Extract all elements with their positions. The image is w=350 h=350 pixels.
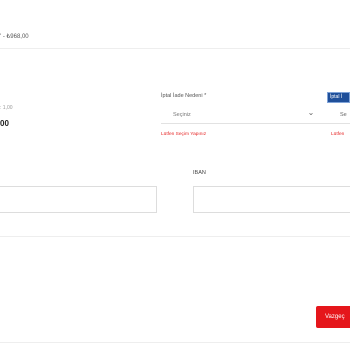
- selected-reason-badge: İptal İ: [327, 92, 350, 103]
- partial-validation-message: Lütfen: [331, 132, 345, 137]
- order-total: ' - ₺968,00: [0, 34, 29, 40]
- iban-label: IBAN: [193, 170, 206, 176]
- partial-select-value: Se: [340, 112, 347, 118]
- section-divider: [0, 236, 350, 237]
- quantity-value: 00: [0, 119, 9, 128]
- cancel-return-reason-label: İptal İade Nedeni *: [161, 93, 207, 99]
- reason-select-value: Seçiniz: [173, 112, 191, 118]
- order-summary-panel: ' - ₺968,00: [0, 0, 350, 49]
- reason-validation-message: Lütfen Seçim Yapınız: [161, 132, 207, 137]
- return-request-page: ' - ₺968,00 : 1,00 00 İptal İade Nedeni …: [0, 0, 350, 350]
- partial-select-field[interactable]: Se: [327, 106, 350, 124]
- quantity-note: : 1,00: [0, 105, 13, 111]
- cancel-return-reason-select[interactable]: Seçiniz ⌄: [161, 106, 327, 124]
- cancel-button[interactable]: Vazgeç: [316, 306, 350, 328]
- bottom-divider: [0, 342, 350, 343]
- chevron-down-icon: ⌄: [307, 108, 315, 117]
- account-holder-field[interactable]: [0, 186, 157, 213]
- iban-field[interactable]: [193, 186, 350, 213]
